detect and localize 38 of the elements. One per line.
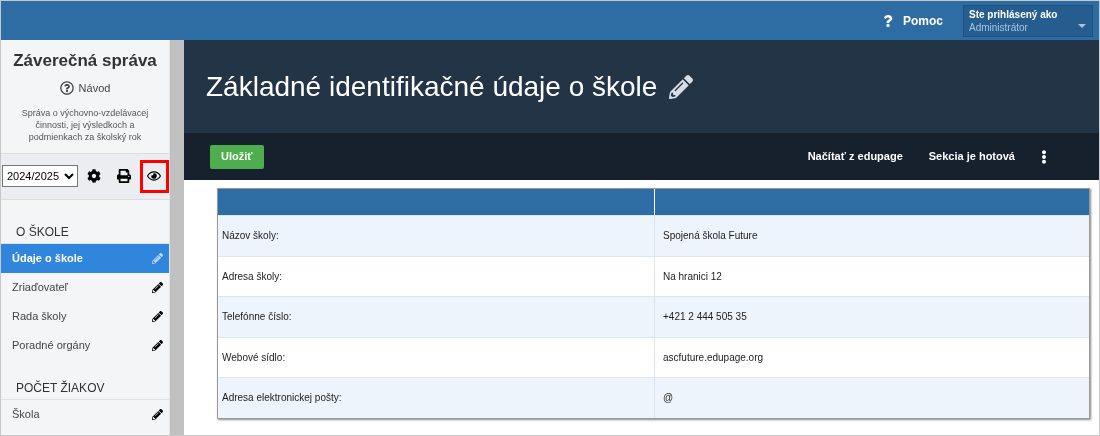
- sidebar-title: Záverečná správa: [13, 50, 157, 72]
- sidebar-item[interactable]: Rada školy: [1, 301, 169, 331]
- eye-button[interactable]: [139, 159, 169, 193]
- table-cell-text: Spojená škola Future: [662, 229, 759, 244]
- table-cell-text: +421 2 444 505 35: [662, 310, 748, 325]
- table-cell: Adresa elektronickej pošty:: [218, 378, 655, 418]
- pencil-icon[interactable]: [152, 310, 163, 322]
- dropdown-caret-icon: [1078, 23, 1086, 28]
- help-link[interactable]: Pomoc: [883, 11, 943, 30]
- help-icon: [883, 14, 893, 27]
- page-title: Základné identifikačné údaje o škole: [206, 69, 658, 104]
- question-icon: [59, 81, 74, 96]
- report-description: Správa o výchovno-vzdelávacej činnosti, jej výsledkoch a podmienkach za školský rok: [20, 106, 150, 143]
- settings-icon: [86, 169, 101, 183]
- toolbar-action[interactable]: Sekcia je hotová: [928, 148, 1015, 165]
- table-cell-text: ascfuture.edupage.org: [662, 350, 765, 365]
- pencil-icon[interactable]: [152, 339, 163, 351]
- edit-title-icon[interactable]: [669, 74, 694, 99]
- sidebar-item[interactable]: Poradné orgány: [1, 330, 169, 360]
- sidebar-item[interactable]: Škola: [1, 399, 169, 429]
- sidebar-item[interactable]: Údaje o škole: [1, 243, 169, 273]
- eye-icon: [147, 169, 162, 183]
- sidebar-item[interactable]: Zriaďovateľ: [1, 272, 169, 302]
- table-cell-text: @: [662, 391, 675, 406]
- print-icon: [117, 169, 132, 183]
- guide-link[interactable]: Návod: [59, 80, 111, 97]
- year-select[interactable]: 2024/2025: [2, 165, 79, 187]
- pencil-icon[interactable]: [152, 281, 163, 293]
- table-cell: Názov školy:: [218, 216, 655, 256]
- user-select[interactable]: Ste prihlásený ako Administrátor: [963, 4, 1093, 37]
- toolbar-action[interactable]: Načítať z edupage: [807, 148, 903, 165]
- user-value: Administrátor: [969, 20, 1028, 34]
- user-label: Ste prihlásený ako: [969, 7, 1059, 21]
- table-cell-text: Na hranici 12: [662, 269, 723, 284]
- table-cell: Telefónne číslo:: [218, 297, 655, 337]
- scrollbar[interactable]: [169, 40, 184, 435]
- more-menu-icon[interactable]: [1039, 149, 1049, 164]
- pencil-icon[interactable]: [152, 408, 163, 420]
